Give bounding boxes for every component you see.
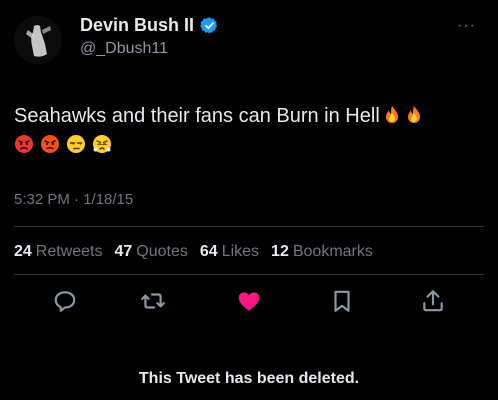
bookmarks-count: 12 [271, 243, 289, 260]
tweet-text: Seahawks and their fans can Burn in Hell [14, 101, 484, 131]
tweet-actions [14, 288, 484, 318]
bookmark-icon[interactable] [329, 288, 355, 314]
angry-face-emoji-icon [41, 135, 59, 153]
reply-icon[interactable] [52, 288, 78, 314]
likes-stat[interactable]: 64 Likes [200, 243, 259, 261]
tweet-stats: 24 Retweets 47 Quotes 64 Likes 12 Bookmarks [14, 243, 373, 261]
bookmarks-label: Bookmarks [292, 243, 373, 260]
retweets-label: Retweets [35, 243, 103, 260]
like-icon[interactable] [236, 288, 262, 314]
tweet-timestamp[interactable]: 5:32 PM · 1/18/15 [14, 191, 133, 208]
fire-emoji-icon [385, 106, 398, 123]
author-handle[interactable]: @_Dbush11 [80, 40, 168, 58]
enraged-face-emoji-icon [15, 135, 33, 153]
bookmarks-stat[interactable]: 12 Bookmarks [271, 243, 373, 261]
deleted-notice: This Tweet has been deleted. [138, 370, 360, 387]
quotes-stat[interactable]: 47 Quotes [115, 243, 188, 261]
face-with-steam-emoji-icon [93, 135, 111, 153]
divider [14, 274, 484, 275]
retweet-icon[interactable] [140, 288, 166, 314]
retweets-count: 24 [14, 243, 32, 260]
more-horizontal-icon[interactable]: ··· [457, 17, 476, 35]
likes-count: 64 [199, 243, 218, 260]
verified-badge-icon [200, 17, 218, 34]
retweets-stat[interactable]: 24 Retweets [14, 243, 103, 261]
emoji-row [14, 134, 112, 154]
share-icon[interactable] [420, 288, 446, 314]
author-name-row[interactable]: Devin Bush II [80, 15, 219, 36]
divider [14, 226, 484, 227]
likes-label: Likes [221, 243, 260, 260]
fire-emoji-icon [407, 106, 420, 123]
tweet-text-content: Seahawks and their fans can Burn in Hell [14, 105, 380, 127]
quotes-label: Quotes [136, 243, 188, 260]
quotes-count: 47 [114, 243, 133, 260]
unamused-face-emoji-icon [67, 135, 85, 153]
avatar[interactable] [14, 16, 62, 64]
avatar-silhouette-icon [14, 16, 62, 64]
author-display-name[interactable]: Devin Bush II [80, 15, 194, 36]
